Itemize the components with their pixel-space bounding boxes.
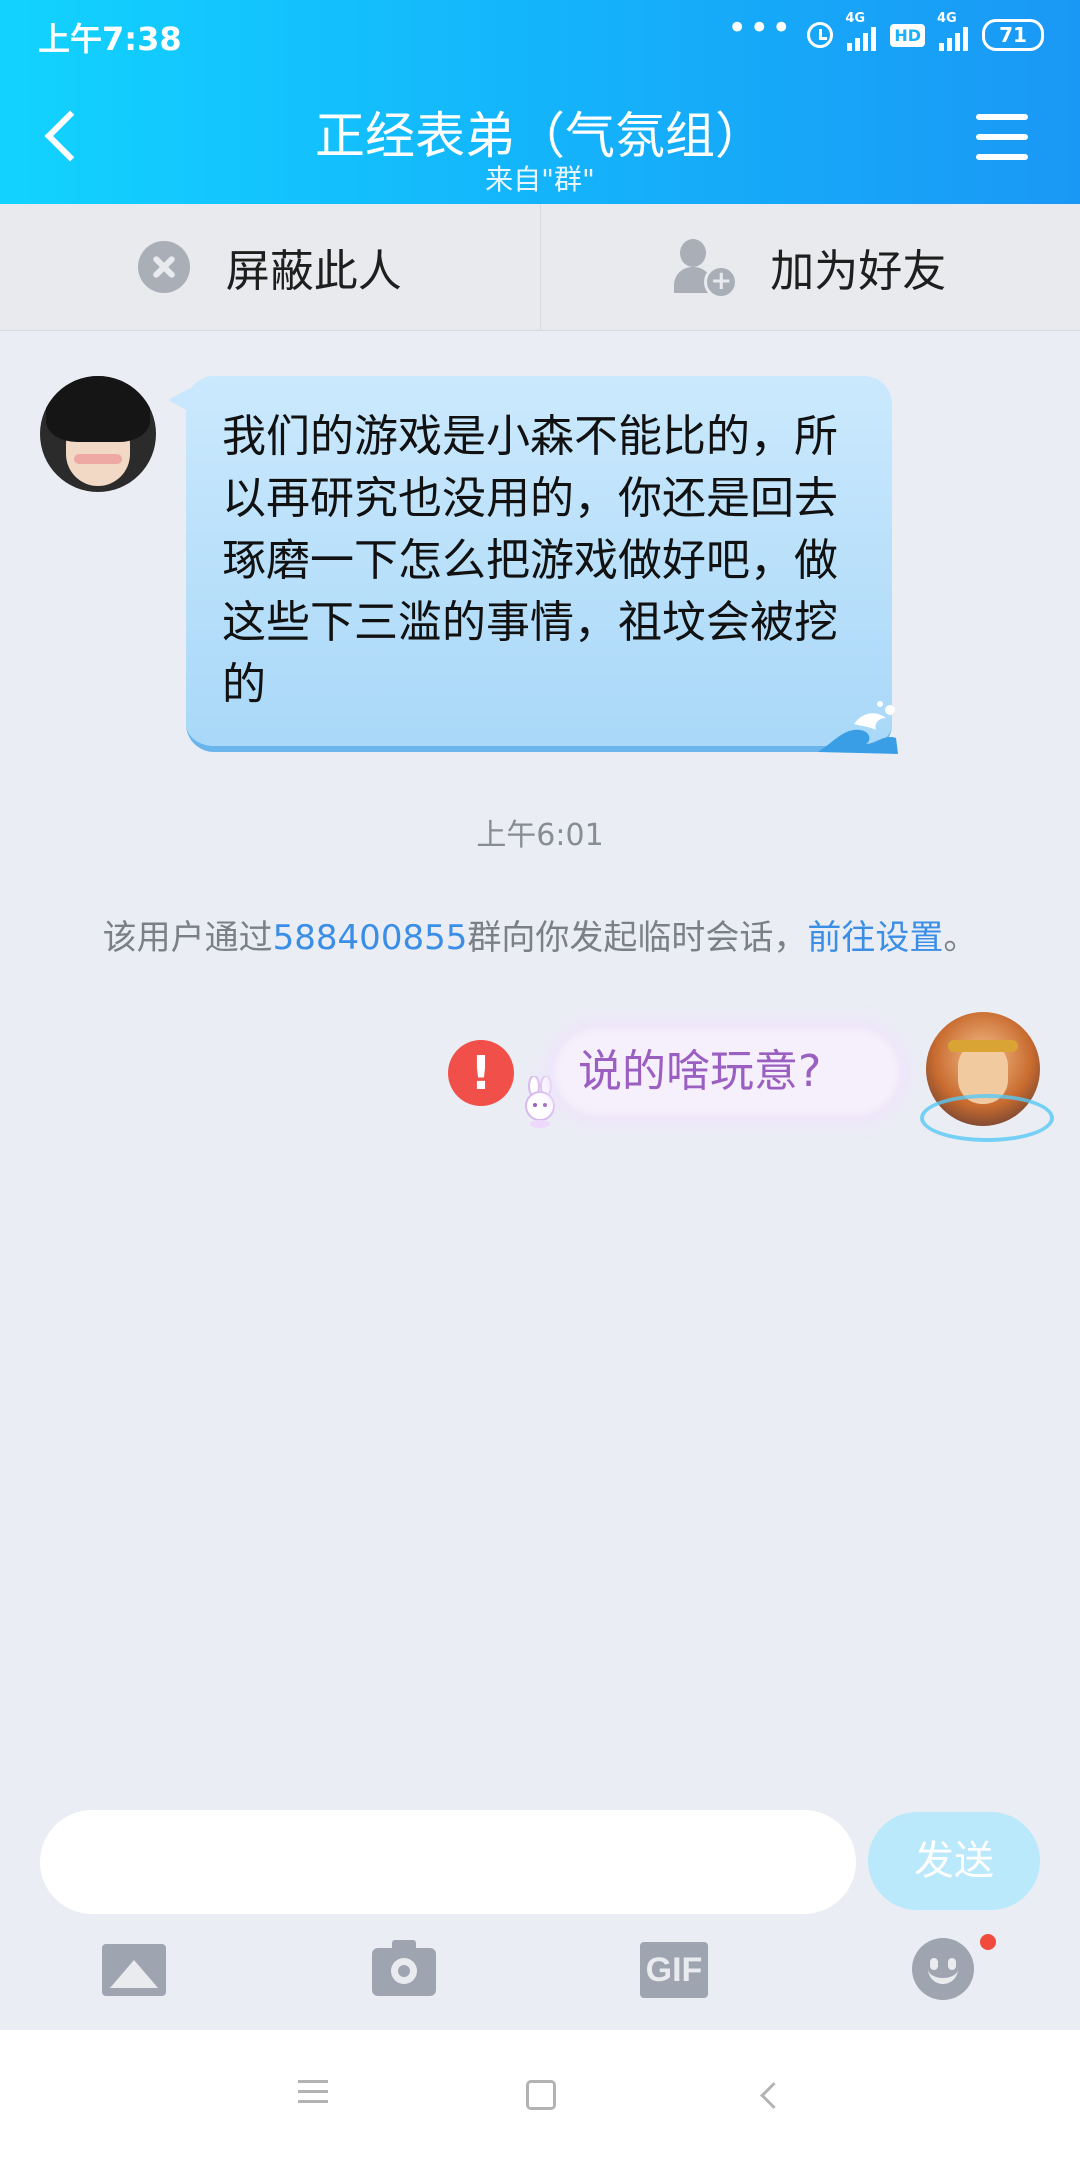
stranger-action-bar: 屏蔽此人 + 加为好友: [0, 204, 1080, 331]
settings-link[interactable]: 前往设置: [807, 918, 943, 958]
menu-icon[interactable]: [976, 114, 1028, 162]
system-back-button[interactable]: [752, 2074, 792, 2114]
send-button[interactable]: 发送: [868, 1812, 1040, 1910]
emoji-icon[interactable]: [912, 1938, 978, 2000]
chat-subtitle: 来自"群": [485, 163, 595, 196]
message-input[interactable]: [40, 1810, 856, 1914]
outgoing-message-bubble[interactable]: 说的啥玩意?: [552, 1026, 902, 1118]
status-bar: 上午7:38 ••• 4G HD 4G 71: [0, 0, 1080, 70]
hd-icon: HD: [890, 23, 925, 47]
more-notifications-icon: •••: [727, 8, 794, 48]
incoming-message-text: 我们的游戏是小森不能比的，所以再研究也没用的，你还是回去琢磨一下怎么把游戏做好吧…: [222, 411, 838, 710]
temp-session-notice: 该用户通过588400855群向你发起临时会话，前往设置。: [0, 910, 1080, 959]
battery-icon: 71: [982, 19, 1044, 51]
incoming-message-bubble[interactable]: 我们的游戏是小森不能比的，所以再研究也没用的，你还是回去琢磨一下怎么把游戏做好吧…: [168, 376, 898, 754]
add-friend-icon: +: [674, 239, 739, 299]
home-button[interactable]: [522, 2074, 562, 2114]
input-bar: 发送 GIF: [0, 1800, 1080, 2030]
status-icons: ••• 4G HD 4G 71: [727, 8, 1044, 58]
wave-decoration-icon: [818, 701, 898, 754]
outgoing-message-text: 说的啥玩意?: [578, 1046, 822, 1097]
system-nav-bar: [0, 2030, 1080, 2160]
notice-middle: 群向你发起临时会话，: [467, 918, 808, 958]
notice-prefix: 该用户通过: [102, 918, 273, 958]
notice-suffix: 。: [943, 918, 978, 958]
sender-avatar[interactable]: [40, 376, 156, 492]
message-timestamp: 上午6:01: [476, 818, 604, 853]
block-user-button[interactable]: 屏蔽此人: [0, 204, 540, 330]
network-type-label-2: 4G: [937, 11, 957, 26]
new-emoji-badge: [980, 1934, 996, 1950]
signal-icon: 4G: [845, 11, 877, 51]
status-time: 上午7:38: [38, 20, 182, 58]
block-icon: [137, 241, 190, 293]
gif-label: GIF: [640, 1942, 708, 1998]
add-friend-label: 加为好友: [770, 246, 947, 297]
camera-icon[interactable]: [372, 1938, 438, 2000]
block-user-label: 屏蔽此人: [225, 246, 402, 297]
group-id-link[interactable]: 588400855: [273, 918, 468, 958]
network-type-label: 4G: [845, 11, 866, 26]
chat-header: 上午7:38 ••• 4G HD 4G 71 正经表弟（气氛组） 来自"群": [0, 0, 1080, 204]
avatar-frame-decoration: [920, 1094, 1054, 1142]
add-friend-button[interactable]: + 加为好友: [539, 204, 1080, 330]
gif-icon[interactable]: GIF: [640, 1938, 710, 2000]
image-picker-icon[interactable]: [102, 1938, 168, 2000]
send-failed-icon[interactable]: !: [448, 1040, 514, 1106]
signal-icon-2: 4G: [937, 11, 968, 51]
recent-apps-button[interactable]: [298, 2074, 338, 2114]
alarm-icon: [807, 22, 834, 48]
